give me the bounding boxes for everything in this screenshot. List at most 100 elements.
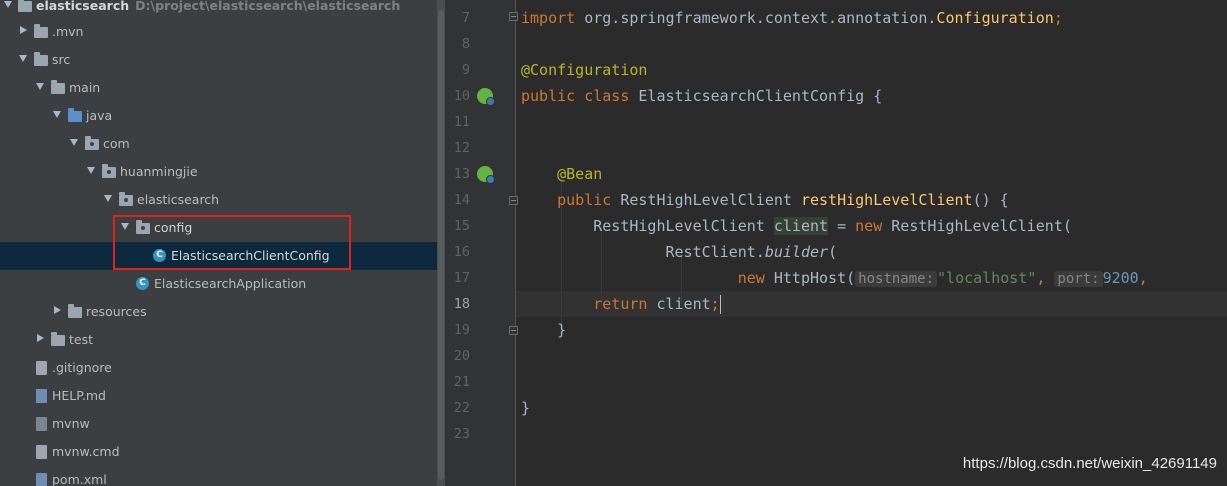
ide-window: elasticsearch D:\project\elasticsearch\el… bbox=[0, 0, 1227, 486]
line-number: 13 bbox=[453, 166, 470, 182]
tree-item-label: elasticsearch bbox=[137, 192, 220, 207]
code-line-17: new HttpHost(hostname: "localhost", port:… bbox=[737, 269, 1148, 287]
tree-item-label: .gitignore bbox=[52, 360, 112, 375]
code-line-10: public class ElasticsearchClientConfig { bbox=[521, 87, 883, 105]
chevron-down-icon[interactable] bbox=[19, 55, 27, 62]
fold-marker-icon[interactable] bbox=[509, 12, 518, 21]
folder-icon bbox=[34, 52, 48, 66]
tree-item-label: huanmingjie bbox=[120, 164, 198, 179]
parameter-hint-port: port: bbox=[1054, 271, 1103, 287]
maven-file-icon bbox=[36, 473, 47, 486]
folder-icon bbox=[34, 24, 48, 38]
code-line-18: return client; bbox=[593, 295, 721, 314]
tree-item-gitignore[interactable]: .gitignore bbox=[0, 354, 437, 382]
tree-scrollbar-thumb[interactable] bbox=[438, 10, 444, 480]
line-number: 22 bbox=[453, 400, 470, 416]
chevron-down-icon[interactable] bbox=[53, 111, 61, 118]
line-number: 19 bbox=[453, 322, 470, 338]
tree-item-test[interactable]: test bbox=[0, 326, 437, 354]
line-number: 17 bbox=[453, 270, 470, 286]
code-line-22: } bbox=[521, 399, 531, 417]
spring-bean-gutter-icon[interactable] bbox=[477, 166, 495, 184]
source-folder-icon bbox=[68, 108, 82, 122]
tree-item-mvn[interactable]: .mvn bbox=[0, 18, 437, 46]
code-line-7: import org.springframework.context.annot… bbox=[521, 9, 1063, 27]
tree-item-label: HELP.md bbox=[52, 388, 106, 403]
package-icon bbox=[102, 164, 116, 178]
tree-item-label: .mvn bbox=[52, 24, 84, 39]
text-caret bbox=[719, 295, 721, 314]
line-number: 8 bbox=[461, 36, 470, 52]
line-number: 12 bbox=[453, 140, 470, 156]
tree-item-resources[interactable]: resources bbox=[0, 298, 437, 326]
file-icon bbox=[36, 445, 47, 459]
line-number: 7 bbox=[461, 10, 470, 26]
code-editor[interactable]: 7 8 9 10 11 12 13 14 15 16 17 18 19 20 2… bbox=[445, 0, 1227, 486]
spring-boot-class-icon: C bbox=[136, 277, 149, 290]
tree-item-help-md[interactable]: HELP.md bbox=[0, 382, 437, 410]
folder-icon bbox=[18, 0, 32, 12]
tree-item-root[interactable]: elasticsearch D:\project\elasticsearch\el… bbox=[0, 0, 437, 20]
line-number: 15 bbox=[453, 218, 470, 234]
package-icon bbox=[85, 136, 99, 150]
package-icon bbox=[119, 192, 133, 206]
chevron-right-icon[interactable] bbox=[37, 334, 44, 342]
tree-item-pom-xml[interactable]: pom.xml bbox=[0, 466, 437, 486]
spring-bean-gutter-icon[interactable] bbox=[477, 88, 495, 106]
tree-item-label: main bbox=[69, 80, 101, 95]
tree-item-main[interactable]: main bbox=[0, 74, 437, 102]
line-number: 16 bbox=[453, 244, 470, 260]
chevron-down-icon[interactable] bbox=[104, 195, 112, 202]
line-number: 9 bbox=[461, 62, 470, 78]
file-icon bbox=[36, 361, 47, 375]
fold-marker-icon[interactable] bbox=[509, 326, 518, 335]
chevron-down-icon[interactable] bbox=[87, 167, 95, 174]
line-number: 20 bbox=[453, 348, 470, 364]
tree-item-label: test bbox=[69, 332, 94, 347]
chevron-right-icon[interactable] bbox=[20, 26, 27, 34]
tree-item-label: src bbox=[52, 52, 71, 67]
code-line-15: RestHighLevelClient client = new RestHig… bbox=[593, 217, 1072, 235]
chevron-down-icon[interactable] bbox=[4, 1, 12, 8]
tree-item-src[interactable]: src bbox=[0, 46, 437, 74]
tree-item-com[interactable]: com bbox=[0, 130, 437, 158]
line-number: 23 bbox=[453, 426, 470, 442]
line-number: 11 bbox=[453, 114, 470, 130]
project-tree-panel: elasticsearch D:\project\elasticsearch\el… bbox=[0, 0, 437, 486]
code-line-19: } bbox=[557, 321, 567, 339]
line-number: 21 bbox=[453, 374, 470, 390]
chevron-down-icon[interactable] bbox=[70, 139, 78, 146]
line-number: 18 bbox=[453, 296, 470, 312]
line-number: 10 bbox=[453, 88, 470, 104]
tree-item-label: elasticsearch D:\project\elasticsearch\el… bbox=[36, 0, 401, 13]
watermark-url: https://blog.csdn.net/weixin_42691149 bbox=[962, 455, 1217, 472]
project-path: D:\project\elasticsearch\elasticsearch bbox=[135, 0, 401, 13]
folder-icon bbox=[51, 80, 65, 94]
gutter-divider bbox=[515, 0, 516, 486]
tree-item-huanmingjie[interactable]: huanmingjie bbox=[0, 158, 437, 186]
fold-marker-icon[interactable] bbox=[509, 196, 518, 205]
code-line-16: RestClient.builder( bbox=[665, 243, 838, 261]
tree-item-label: mvnw bbox=[52, 416, 90, 431]
tree-item-mvnw-cmd[interactable]: mvnw.cmd bbox=[0, 438, 437, 466]
tree-item-elasticsearch[interactable]: elasticsearch bbox=[0, 186, 437, 214]
code-line-13: @Bean bbox=[557, 165, 603, 183]
tree-item-java[interactable]: java bbox=[0, 102, 437, 130]
tree-item-label: pom.xml bbox=[52, 472, 107, 486]
tree-item-label: java bbox=[86, 108, 113, 123]
parameter-hint-hostname: hostname: bbox=[855, 271, 938, 287]
resources-folder-icon bbox=[68, 304, 82, 318]
chevron-down-icon[interactable] bbox=[36, 83, 44, 90]
markdown-file-icon bbox=[36, 389, 47, 403]
code-line-9: @Configuration bbox=[521, 61, 648, 79]
tree-item-label: resources bbox=[86, 304, 147, 319]
chevron-right-icon[interactable] bbox=[54, 306, 61, 314]
shell-script-icon bbox=[36, 417, 47, 431]
folder-icon bbox=[51, 332, 65, 346]
line-number: 14 bbox=[453, 192, 470, 208]
tree-item-label: com bbox=[103, 136, 130, 151]
code-line-14: public RestHighLevelClient restHighLevel… bbox=[557, 191, 1009, 209]
tree-item-label: ElasticsearchApplication bbox=[154, 276, 307, 291]
tree-item-elasticsearch-application[interactable]: C ElasticsearchApplication bbox=[0, 270, 437, 298]
tree-item-mvnw[interactable]: mvnw bbox=[0, 410, 437, 438]
